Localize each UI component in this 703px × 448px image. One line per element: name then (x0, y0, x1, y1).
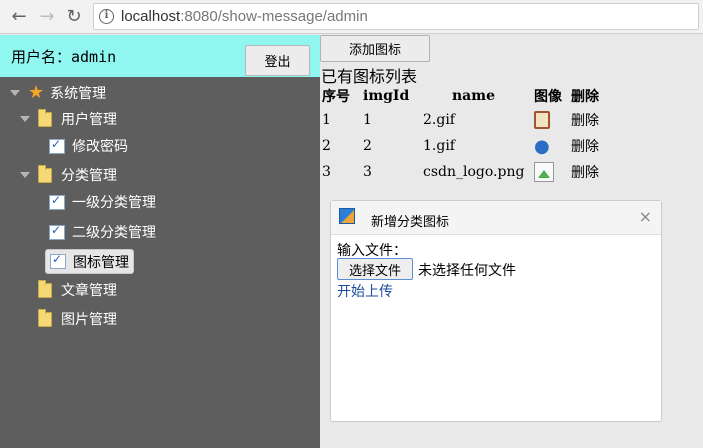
page-icon (49, 223, 65, 240)
tree-node-category-mgmt[interactable]: 分类管理 (20, 163, 117, 187)
tree-node-image-mgmt[interactable]: 图片管理 (38, 307, 117, 331)
username-label: 用户名：admin (11, 48, 117, 66)
cell-image: ● (534, 133, 571, 159)
star-icon: ★ (28, 82, 45, 103)
cell-index: 1 (322, 112, 331, 128)
add-icon-dialog: 新增分类图标 × 输入文件： 选择文件 未选择任何文件 开始上传 (330, 200, 662, 422)
expand-arrow-icon[interactable] (20, 172, 30, 178)
tree-node-change-password[interactable]: 修改密码 (49, 134, 128, 158)
column-header: 图像 (534, 88, 562, 105)
tree-label: 一级分类管理 (72, 195, 156, 211)
page-icon (49, 193, 65, 210)
notepad-icon (534, 111, 550, 129)
column-header: 序号 (322, 88, 350, 105)
tree-node-user-mgmt[interactable]: 用户管理 (20, 107, 117, 131)
tree-label: 分类管理 (61, 168, 117, 184)
cell-imgid: 1 (363, 112, 372, 128)
browser-toolbar: ← → ↻ i localhost:8080/show-message/admi… (0, 0, 703, 34)
delete-link[interactable]: 删除 (571, 159, 599, 185)
reload-button[interactable]: ↻ (63, 6, 85, 28)
choose-file-button[interactable]: 选择文件 (337, 258, 413, 280)
folder-icon (38, 279, 52, 298)
icon-table: 序号 imgId name 图像 删除 1 1 2.gif 删除 2 2 1.g… (322, 84, 599, 185)
close-icon[interactable]: × (639, 207, 652, 226)
dialog-title: 新增分类图标 (371, 215, 450, 230)
expand-arrow-icon[interactable] (10, 90, 20, 96)
url-text: localhost:8080/show-message/admin (121, 8, 368, 25)
address-bar[interactable]: i localhost:8080/show-message/admin (93, 3, 699, 30)
forward-button[interactable]: → (36, 6, 58, 28)
folder-icon (38, 164, 52, 183)
table-row: 3 3 csdn_logo.png 删除 (322, 159, 599, 185)
dialog-header: 新增分类图标 × (331, 201, 661, 235)
delete-link[interactable]: 删除 (571, 133, 599, 159)
tree-label: 二级分类管理 (72, 225, 156, 241)
column-header: name (452, 87, 495, 104)
page-icon (49, 137, 65, 154)
column-header: 删除 (571, 88, 599, 105)
tree-node-icon-mgmt[interactable]: 图标管理 (45, 249, 134, 274)
tree-node-system[interactable]: ★ 系统管理 (10, 81, 106, 105)
url-path: :8080/show-message/admin (180, 8, 368, 25)
delete-link[interactable]: 删除 (571, 107, 599, 133)
cell-index: 3 (322, 164, 331, 180)
file-field-label: 输入文件： (337, 243, 407, 259)
table-row: 1 1 2.gif 删除 (322, 107, 599, 133)
tree-node-article-mgmt[interactable]: 文章管理 (38, 278, 117, 302)
cell-image (534, 107, 571, 133)
map-pin-icon: ● (534, 135, 550, 157)
add-icon-button[interactable]: 添加图标 (320, 35, 430, 62)
table-header-row: 序号 imgId name 图像 删除 (322, 84, 599, 107)
column-header: imgId (363, 87, 410, 104)
cell-name: 2.gif (423, 112, 455, 128)
tree-node-level2-category[interactable]: 二级分类管理 (49, 220, 156, 244)
broken-image-icon (534, 162, 554, 182)
tree-label: 系统管理 (50, 86, 107, 102)
user-bar: 用户名：admin 登出 (0, 35, 320, 77)
tree-label: 用户管理 (61, 112, 117, 128)
info-icon[interactable]: i (99, 9, 114, 24)
dialog-app-icon (339, 208, 355, 224)
cell-image (534, 159, 571, 185)
sidebar-tree: ★ 系统管理 用户管理 修改密码 分类管理 一级分类管理 二级分类管理 图标管理… (0, 77, 320, 448)
folder-icon (38, 108, 52, 127)
cell-imgid: 3 (363, 164, 372, 180)
cell-index: 2 (322, 138, 331, 154)
back-button[interactable]: ← (8, 6, 30, 28)
folder-icon (38, 308, 52, 327)
cell-name: csdn_logo.png (423, 164, 525, 180)
cell-name: 1.gif (423, 138, 455, 154)
expand-arrow-icon[interactable] (20, 116, 30, 122)
tree-label: 图片管理 (61, 312, 117, 328)
table-row: 2 2 1.gif ● 删除 (322, 133, 599, 159)
tree-node-level1-category[interactable]: 一级分类管理 (49, 190, 156, 214)
tree-label: 图标管理 (73, 254, 129, 271)
file-status-text: 未选择任何文件 (418, 263, 516, 279)
url-host: localhost (121, 8, 181, 25)
logout-button[interactable]: 登出 (245, 45, 310, 76)
page-icon (50, 252, 66, 269)
tree-label: 修改密码 (72, 139, 128, 155)
tree-label: 文章管理 (61, 283, 117, 299)
cell-imgid: 2 (363, 138, 372, 154)
start-upload-link[interactable]: 开始上传 (337, 281, 393, 301)
